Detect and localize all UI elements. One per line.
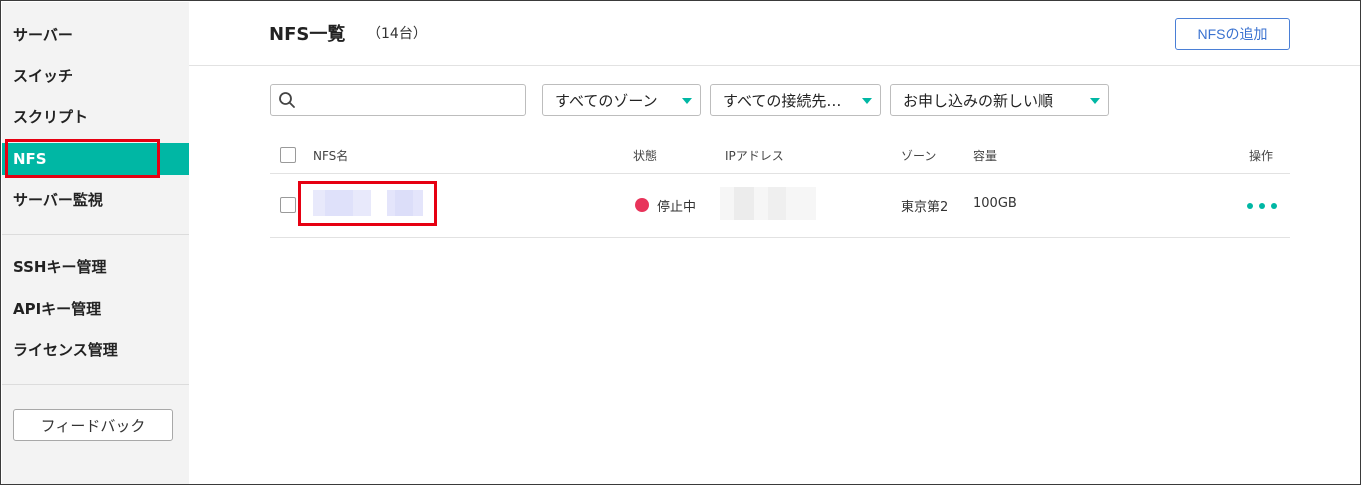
sidebar: サーバー スイッチ スクリプト NFS サーバー監視 SSHキー管理 APIキー… [2, 2, 189, 484]
column-header-capacity[interactable]: 容量 [973, 147, 997, 164]
nfs-name-link[interactable] [307, 188, 431, 220]
main-content: NFS一覧 （14台） NFSの追加 すべてのゾーン すべての接続先… お申し込… [189, 2, 1360, 484]
sort-select-value: お申し込みの新しい順 [903, 91, 1054, 110]
sidebar-item-label: サーバー [13, 25, 73, 44]
zone-value: 東京第2 [901, 200, 949, 215]
column-header-status[interactable]: 状態 [633, 147, 657, 164]
header-divider [189, 65, 1360, 66]
sidebar-item-servers[interactable]: サーバー [2, 18, 189, 50]
column-header-actions: 操作 [1249, 149, 1274, 163]
feedback-button[interactable]: フィードバック [13, 409, 173, 441]
select-all-checkbox[interactable] [280, 147, 296, 163]
column-header-zone[interactable]: ゾーン [901, 147, 936, 164]
sidebar-divider [2, 234, 189, 235]
status-stopped-icon [635, 198, 649, 212]
more-actions-button[interactable] [1247, 196, 1277, 216]
add-nfs-button[interactable]: NFSの追加 [1175, 18, 1290, 50]
sidebar-item-nfs[interactable]: NFS [2, 143, 189, 175]
app-window: サーバー スイッチ スクリプト NFS サーバー監視 SSHキー管理 APIキー… [0, 0, 1361, 485]
status-text: 停止中 [657, 200, 697, 215]
zone-select[interactable]: すべてのゾーン [542, 84, 701, 116]
table-row-divider [270, 237, 1290, 238]
chevron-down-icon [862, 98, 872, 104]
sidebar-item-ssh-keys[interactable]: SSHキー管理 [2, 250, 189, 282]
column-header-name[interactable]: NFS名 [313, 147, 348, 164]
sidebar-item-api-keys[interactable]: APIキー管理 [2, 292, 189, 324]
sort-select[interactable]: お申し込みの新しい順 [890, 84, 1109, 116]
table-header-divider [270, 173, 1290, 174]
ip-address-value [720, 187, 816, 220]
column-header-ip[interactable]: IPアドレス [725, 147, 784, 164]
chevron-down-icon [682, 98, 692, 104]
sidebar-item-switches[interactable]: スイッチ [2, 59, 189, 91]
sidebar-item-label: APIキー管理 [13, 299, 102, 318]
sidebar-item-label: SSHキー管理 [13, 257, 107, 276]
sidebar-item-label: ライセンス管理 [13, 340, 118, 359]
connection-select[interactable]: すべての接続先… [710, 84, 881, 116]
sidebar-divider [2, 384, 189, 385]
search-input[interactable] [300, 86, 525, 114]
item-count: （14台） [367, 26, 427, 42]
search-box[interactable] [270, 84, 526, 116]
row-checkbox[interactable] [280, 197, 296, 213]
page-title: NFS一覧 [269, 24, 346, 45]
search-icon [274, 85, 300, 115]
sidebar-item-licenses[interactable]: ライセンス管理 [2, 333, 189, 365]
sidebar-item-server-monitoring[interactable]: サーバー監視 [2, 183, 189, 215]
dot-icon [1271, 203, 1277, 209]
dot-icon [1259, 203, 1265, 209]
sidebar-item-label: NFS [13, 150, 47, 168]
capacity-value: 100GB [973, 196, 1017, 211]
connection-select-value: すべての接続先… [723, 91, 842, 110]
chevron-down-icon [1090, 98, 1100, 104]
dot-icon [1247, 203, 1253, 209]
sidebar-item-label: サーバー監視 [13, 190, 103, 209]
sidebar-item-label: スクリプト [13, 107, 89, 126]
zone-select-value: すべてのゾーン [555, 91, 658, 110]
sidebar-item-scripts[interactable]: スクリプト [2, 100, 189, 132]
sidebar-item-label: スイッチ [13, 66, 74, 85]
